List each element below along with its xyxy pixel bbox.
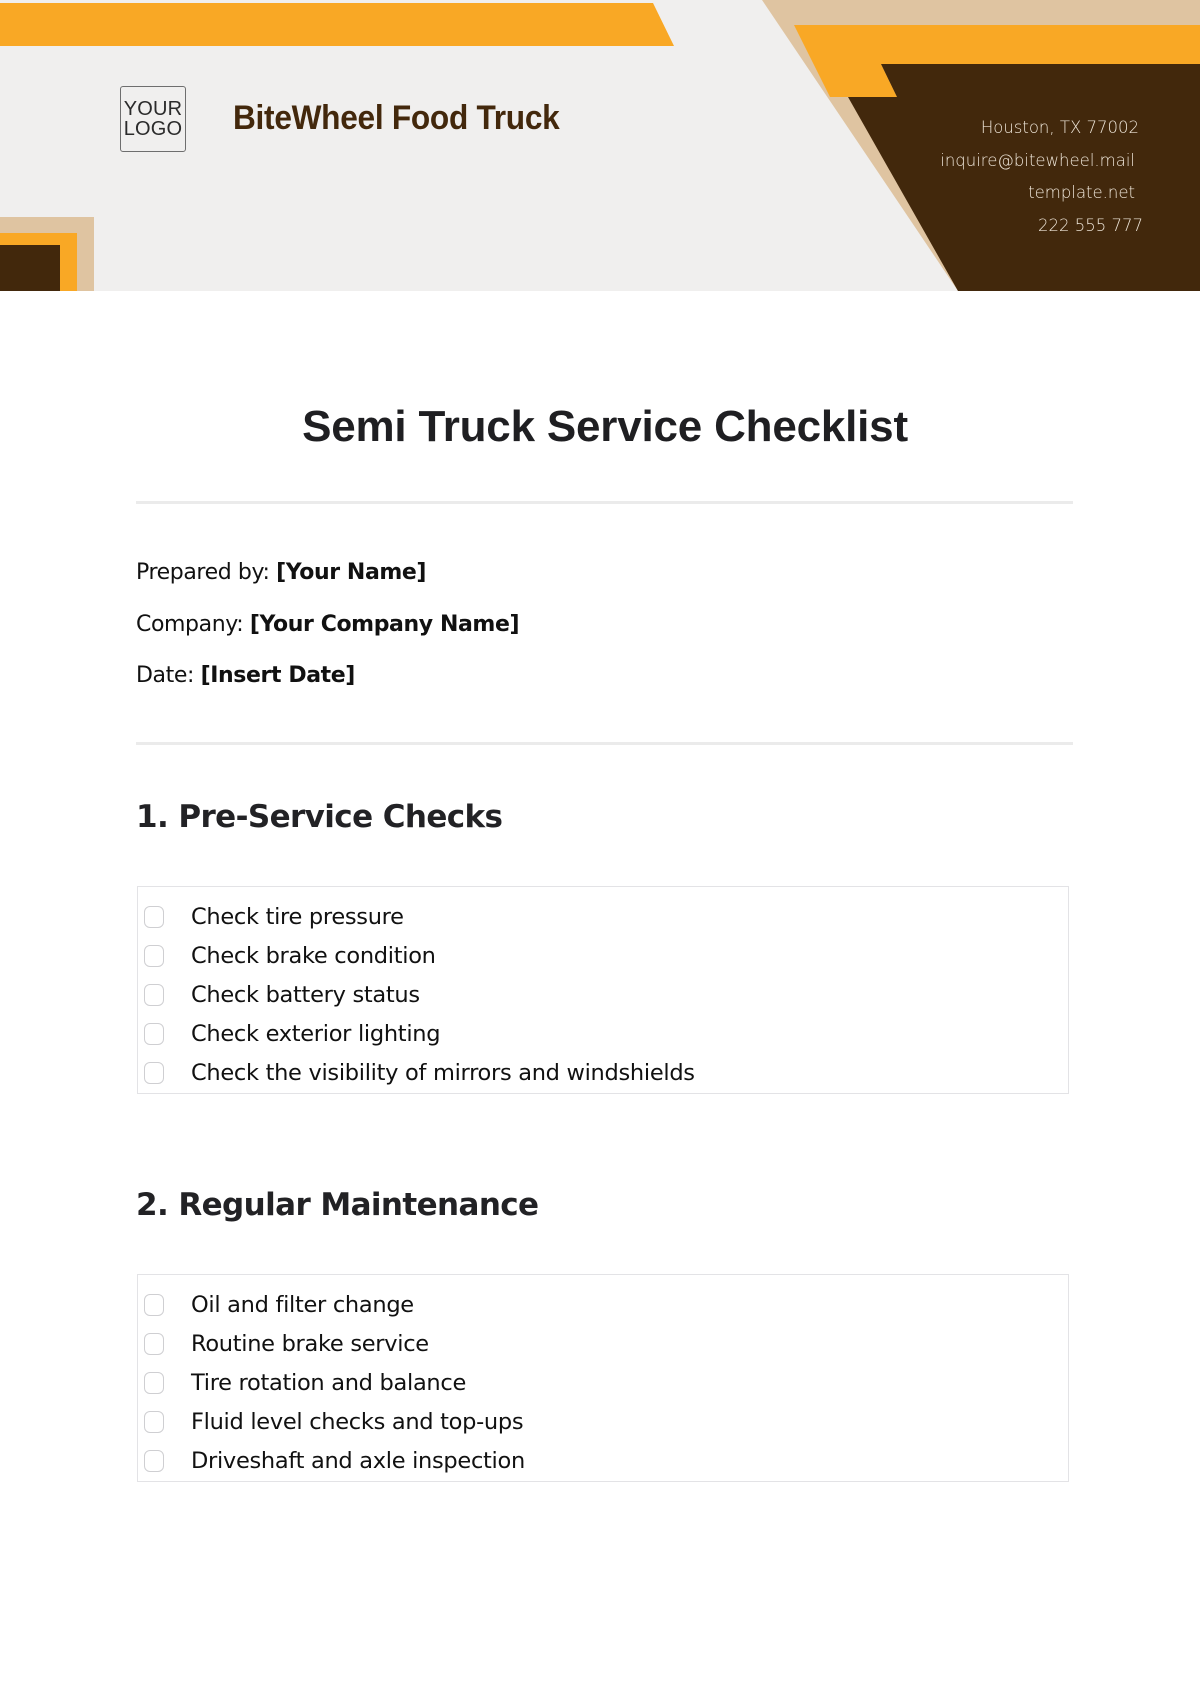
letterhead-header: YOUR LOGO BiteWheel Food Truck Houston, … [0, 0, 1200, 291]
meta-divider [136, 742, 1073, 745]
checkbox[interactable] [144, 1293, 164, 1316]
checklist-item[interactable]: Oil and filter change [138, 1285, 1068, 1324]
checklist-item-label: Check brake condition [191, 942, 436, 969]
checklist-item-label: Check tire pressure [191, 903, 404, 930]
brand-name: BiteWheel Food Truck [233, 99, 560, 137]
meta-label: Date: [136, 663, 201, 688]
corner-square-dark [0, 245, 60, 291]
checklist-item[interactable]: Check exterior lighting [138, 1014, 1068, 1053]
document-title: Semi Truck Service Checklist [302, 402, 908, 451]
contact-website: template.net [1028, 183, 1135, 202]
section-heading-regular-maintenance: 2. Regular Maintenance [136, 1187, 539, 1223]
checklist-item[interactable]: Routine brake service [138, 1324, 1068, 1363]
checklist-item-label: Check exterior lighting [191, 1020, 441, 1047]
checkbox[interactable] [144, 1410, 164, 1433]
checklist-item[interactable]: Fluid level checks and top-ups [138, 1402, 1068, 1441]
meta-label: Prepared by: [136, 560, 277, 585]
checklist-item[interactable]: Check tire pressure [138, 897, 1068, 936]
checkbox[interactable] [144, 905, 164, 928]
checklist-item[interactable]: Tire rotation and balance [138, 1363, 1068, 1402]
checklist-item-label: Routine brake service [191, 1330, 429, 1357]
checklist-item-label: Tire rotation and balance [191, 1369, 467, 1396]
checkbox[interactable] [144, 1061, 164, 1084]
checklist-item-label: Check the visibility of mirrors and wind… [191, 1059, 695, 1086]
checkbox[interactable] [144, 983, 164, 1006]
logo-text-line1: YOUR [123, 98, 183, 120]
meta-label: Company: [136, 612, 250, 637]
contact-email: inquire@bitewheel.mail [940, 150, 1135, 170]
logo-text-line2: LOGO [123, 118, 183, 140]
meta-value: [Your Company Name] [249, 612, 520, 637]
checklist-item-label: Oil and filter change [191, 1291, 414, 1318]
checklist-pre-service: Check tire pressure Check brake conditio… [137, 886, 1069, 1094]
checkbox[interactable] [144, 1022, 164, 1045]
checklist-item[interactable]: Check battery status [138, 975, 1068, 1014]
meta-value: [Your Name] [276, 560, 427, 585]
checklist-item[interactable]: Driveshaft and axle inspection [138, 1441, 1068, 1480]
checklist-item-label: Check battery status [191, 981, 420, 1008]
checkbox[interactable] [144, 1371, 164, 1394]
checklist-item[interactable]: Check the visibility of mirrors and wind… [138, 1053, 1068, 1092]
meta-date: Date: [Insert Date] [136, 663, 355, 688]
meta-value: [Insert Date] [200, 663, 356, 688]
checkbox[interactable] [144, 1332, 164, 1355]
checklist-item[interactable]: Check brake condition [138, 936, 1068, 975]
meta-company: Company: [Your Company Name] [136, 612, 520, 637]
checklist-item-label: Driveshaft and axle inspection [191, 1447, 525, 1474]
checklist-regular-maintenance: Oil and filter change Routine brake serv… [137, 1274, 1069, 1482]
title-divider [136, 501, 1073, 504]
section-heading-pre-service: 1. Pre-Service Checks [136, 799, 503, 835]
checkbox[interactable] [144, 1449, 164, 1472]
checklist-item-label: Fluid level checks and top-ups [191, 1408, 524, 1435]
logo-placeholder: YOUR LOGO [120, 86, 186, 152]
top-orange-band [0, 3, 674, 46]
contact-phone: 222 555 777 [1038, 215, 1143, 235]
contact-info: Houston, TX 77002 inquire@bitewheel.mail… [940, 118, 1143, 248]
meta-prepared-by: Prepared by: [Your Name] [136, 560, 426, 585]
contact-address: Houston, TX 77002 [980, 118, 1139, 137]
checkbox[interactable] [144, 944, 164, 967]
